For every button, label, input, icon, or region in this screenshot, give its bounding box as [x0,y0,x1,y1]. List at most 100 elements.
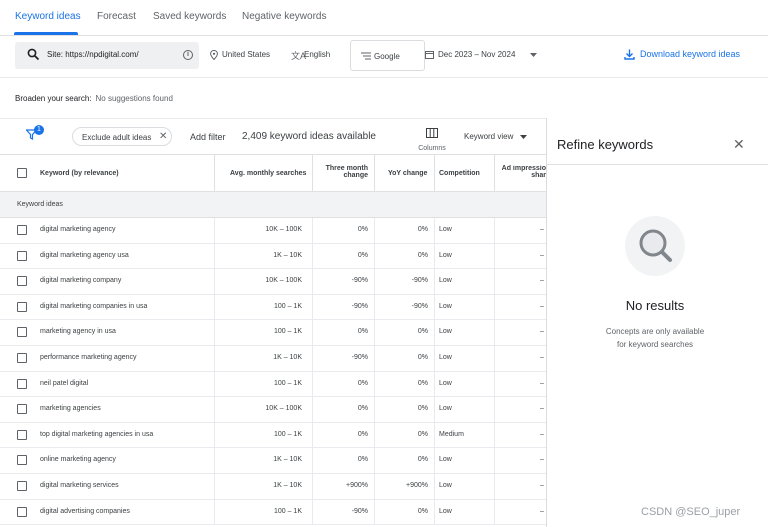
three-month-cell: 0% [357,379,368,387]
three-month-cell: -90% [351,507,368,515]
table-row[interactable]: performance marketing agency 1K – 10K -90%… [0,346,546,372]
avg-monthly-cell: 10K – 100K [265,277,302,285]
table-row[interactable]: digital advertising companies 100 – 1K -90… [0,499,546,526]
col-divider [434,448,435,473]
table-row[interactable]: neil patel digital 100 – 1K 0% 0% Low – [0,371,546,398]
col-divider [494,448,495,473]
row-checkbox[interactable] [17,404,27,415]
avg-monthly-cell: 1K – 10K [273,354,302,361]
table-row[interactable]: top digital marketing agencies in usa 100… [0,422,546,449]
competition-cell: Low [439,277,452,285]
keyword-cell: digital marketing company [40,277,122,285]
col-divider [494,346,495,371]
info-icon[interactable]: i [183,50,193,60]
exclude-adult-ideas-chip[interactable]: Exclude adult ideas ✕ [72,127,172,146]
row-checkbox[interactable] [17,301,27,312]
col-divider [434,269,435,294]
tab-negative-keywords[interactable]: Negative keywords [242,11,326,22]
col-avg-monthly[interactable]: Avg. monthly searches [230,170,306,177]
close-icon[interactable]: ✕ [733,136,745,153]
language-filter[interactable]: English [304,50,330,59]
table-row[interactable]: marketing agency in usa 100 – 1K 0% 0% Low – [0,320,546,346]
section-header-row: Keyword ideas [0,192,546,218]
keyword-view-label: Keyword view [464,132,514,141]
competition-cell: Low [439,302,452,310]
row-checkbox[interactable] [17,481,27,491]
download-keyword-ideas-link[interactable]: Download keyword ideas [640,49,740,59]
date-range-filter[interactable]: Dec 2023 – Nov 2024 [438,50,515,59]
col-three-month[interactable]: Three month change [320,165,368,179]
add-filter-button[interactable]: Add filter [190,132,226,142]
location-filter[interactable]: United States [222,50,270,59]
concepts-line1: Concepts are only available [605,327,705,336]
col-yoy[interactable]: YoY change [388,170,427,177]
network-filter[interactable]: Google [350,40,425,71]
tab-forecast[interactable]: Forecast [97,11,136,22]
tab-keyword-ideas[interactable]: Keyword ideas [15,11,81,22]
avg-monthly-cell: 1K – 10K [273,482,302,489]
avg-monthly-cell: 100 – 1K [273,302,302,310]
col-divider [312,155,313,193]
row-checkbox[interactable] [17,327,27,338]
chevron-down-icon[interactable] [530,53,537,57]
filter-count-badge: 1 [34,125,44,135]
yoy-cell: 0% [417,405,428,413]
row-checkbox[interactable] [17,250,27,261]
col-divider [434,294,435,320]
yoy-cell: 0% [417,379,428,387]
col-divider [494,422,495,448]
site-search-field[interactable]: Site: https://npdigital.com/ i [15,42,199,69]
table-row[interactable]: digital marketing companies in usa 100 – … [0,294,546,321]
row-checkbox[interactable] [17,429,27,440]
close-icon[interactable]: ✕ [159,131,167,142]
row-checkbox[interactable] [17,455,27,466]
row-checkbox[interactable] [17,378,27,389]
three-month-cell: 0% [357,251,368,259]
concepts-line2: for keyword searches [616,340,694,349]
col-divider [434,474,435,499]
table-row[interactable]: digital marketing company 10K – 100K -90% -… [0,269,546,295]
col-divider [494,294,495,320]
col-divider [494,499,495,525]
ad-impression-cell: – [540,226,544,233]
keyword-cell: marketing agencies [40,405,101,413]
three-month-cell: -90% [351,354,368,361]
row-checkbox[interactable] [17,276,27,287]
avg-monthly-cell: 1K – 10K [273,251,302,259]
three-month-cell: +900% [346,482,368,489]
search-icon [27,48,40,61]
avg-monthly-cell: 100 – 1K [273,507,302,515]
row-checkbox[interactable] [17,506,27,517]
columns-button[interactable]: Columns [414,125,450,152]
table-row[interactable]: marketing agencies 10K – 100K 0% 0% Low – [0,397,546,423]
avg-monthly-cell: 100 – 1K [273,328,302,336]
competition-cell: Low [439,328,452,336]
ad-impression-cell: – [540,379,544,387]
tab-saved-keywords[interactable]: Saved keywords [153,11,226,22]
ad-impression-cell: – [540,251,544,259]
row-checkbox[interactable] [17,353,27,363]
ad-impression-cell: – [540,302,544,310]
col-divider [434,155,435,193]
competition-cell: Low [439,354,452,361]
col-divider [494,371,495,397]
yoy-cell: 0% [417,507,428,515]
col-ad-impression[interactable]: Ad impressio shar [500,165,546,179]
table-row[interactable]: digital marketing agency 10K – 100K 0% 0% Lo… [0,218,546,244]
table-row[interactable]: digital marketing services 1K – 10K +900% +… [0,474,546,500]
row-checkbox[interactable] [17,225,27,235]
yoy-cell: 0% [417,226,428,233]
table-row[interactable]: online marketing agency 1K – 10K 0% 0% Low – [0,448,546,474]
col-divider [434,422,435,448]
select-all-checkbox[interactable] [17,168,27,178]
yoy-cell: 0% [417,456,428,464]
col-divider [494,269,495,294]
table-row[interactable]: digital marketing agency usa 1K – 10K 0% 0%… [0,243,546,270]
col-divider [494,320,495,345]
avg-monthly-cell: 10K – 100K [265,405,302,413]
keyword-view-dropdown[interactable]: Keyword view [464,132,527,141]
competition-cell: Low [439,482,452,489]
yoy-cell: -90% [411,302,428,310]
col-keyword[interactable]: Keyword (by relevance) [40,170,119,177]
col-competition[interactable]: Competition [439,170,480,177]
